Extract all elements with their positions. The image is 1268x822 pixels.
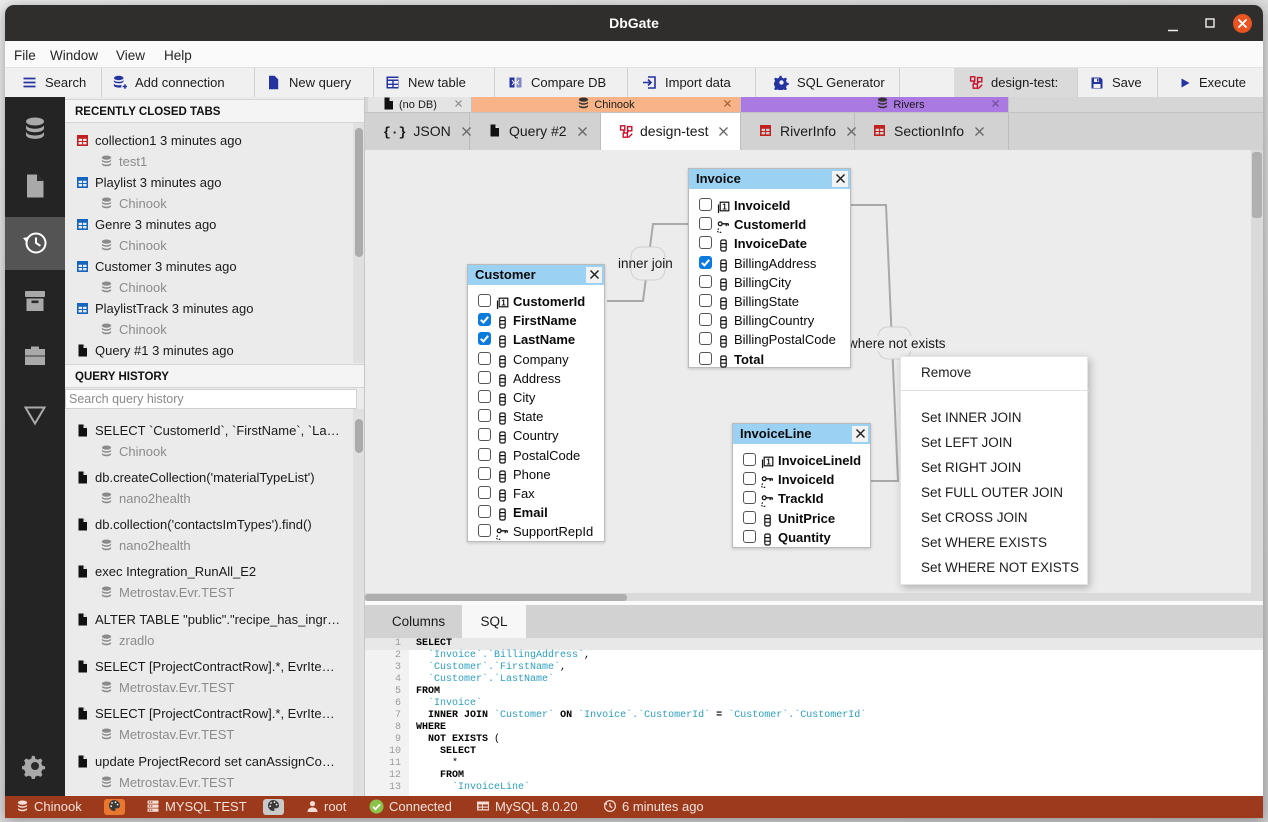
svg-text:1: 1 xyxy=(766,458,771,467)
svg-text:1: 1 xyxy=(722,203,727,212)
svg-text:1: 1 xyxy=(501,299,506,308)
